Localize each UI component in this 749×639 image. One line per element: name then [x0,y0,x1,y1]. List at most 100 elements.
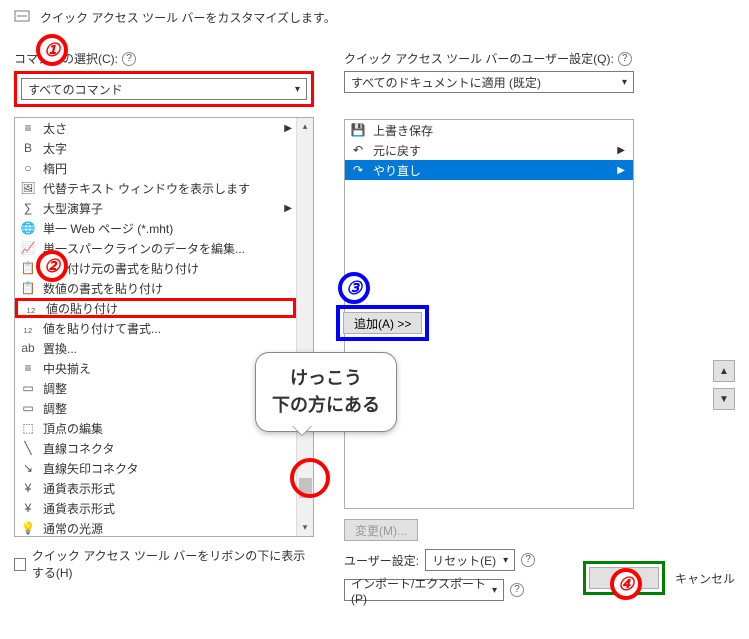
annotation-badge-4: ④ [610,568,642,600]
adjust-icon: ▭ [19,400,37,416]
annotation-callout: けっこう 下の方にある [255,352,397,432]
list-item-label: 上書き保存 [373,122,433,139]
web-icon: 🌐 [19,220,37,236]
list-item-label: 調整 [43,380,67,397]
paste-fmt-icon: 📋 [19,260,37,276]
line-weight-icon: ≡ [19,120,37,136]
add-button[interactable]: 追加(A) >> [343,312,422,334]
list-item[interactable]: ∑ 大型演算子 ▶ [15,198,296,218]
help-icon[interactable]: ? [122,52,136,66]
submenu-indicator: ▶ [284,123,292,134]
show-below-ribbon-label: クイック アクセス ツール バーをリボンの下に表示する(H) [32,547,314,581]
list-item[interactable]: ↘ 直線矢印コネクタ [15,458,296,478]
reset-dropdown[interactable]: リセット(E) ▾ [425,549,515,571]
list-item[interactable]: ↶元に戻す▶ [345,140,633,160]
customize-qat-label: クイック アクセス ツール バーのユーザー設定(Q): [344,50,614,67]
list-item[interactable]: ╲ 直線コネクタ [15,438,296,458]
import-export-value: インポート/エクスポート(P) [351,575,492,606]
list-item-label: 通貨表示形式 [43,500,115,517]
annotation-badge-3: ③ [338,272,370,304]
sigma-icon: ∑ [19,200,37,216]
submenu-indicator: ▶ [617,145,629,156]
list-item[interactable]: ○ 楕円 [15,158,296,178]
list-item-label: 大型演算子 [43,200,103,217]
chevron-down-icon: ▾ [622,77,627,88]
list-item-label: 値の貼り付け [46,300,118,317]
list-item-label: 値を貼り付けて書式... [43,320,161,337]
help-icon[interactable]: ? [618,52,632,66]
import-export-dropdown[interactable]: インポート/エクスポート(P) ▾ [344,579,504,601]
annotation-badge-1: ① [36,34,68,66]
help-icon[interactable]: ? [521,553,535,567]
adjust-icon: ▭ [19,380,37,396]
choose-commands-value: すべてのコマンド [28,81,123,98]
list-item[interactable]: 🖼 代替テキスト ウィンドウを表示します [15,178,296,198]
move-down-button[interactable]: ▼ [713,388,735,410]
show-below-ribbon-checkbox[interactable] [14,558,26,571]
annotation-callout-line1: けっこう [290,368,362,388]
list-item-label: 頂点の編集 [43,420,103,437]
annotation-callout-line2: 下の方にある [272,395,380,415]
list-item[interactable]: ₁₂ 値を貼り付けて書式... [15,318,296,338]
list-item[interactable]: ₁₂ 値の貼り付け [15,298,296,318]
paste-val-icon: ₁₂ [22,300,40,316]
scope-combo[interactable]: すべてのドキュメントに適用 (既定) ▾ [344,71,634,93]
list-item-label: 直線コネクタ [43,440,115,457]
commands-listbox[interactable]: ≡太さ▶B太字 ○ 楕円 🖼 代替テキスト ウィンドウを表示します ∑ 大型演算子 ▶ 🌐 単一 … [14,117,314,537]
paste-num-icon: 📋 [19,280,37,296]
list-item[interactable]: ≡中央揃え [15,358,296,378]
list-item-label: 置換... [43,340,77,357]
arrow-conn-icon: ↘ [19,460,37,476]
replace-icon: ab [19,340,37,356]
list-item-label: 単一スパークラインのデータを編集... [43,240,245,257]
line-conn-icon: ╲ [19,440,37,456]
save-icon: 💾 [349,122,367,138]
alt-text-icon: 🖼 [19,180,37,196]
choose-commands-combo[interactable]: すべてのコマンド ▾ [21,78,307,100]
list-item-label: 通常の光源 [43,520,103,537]
page-title: クイック アクセス ツール バーをカスタマイズします。 [40,9,336,26]
list-item-label: 調整 [43,400,67,417]
list-item-label: 楕円 [43,160,67,177]
list-item-label: 単一 Web ページ (*.mht) [43,220,173,237]
list-item-label: やり直し [373,162,421,179]
annotation-ring [290,458,330,498]
scroll-up-arrow[interactable]: ▴ [297,118,313,135]
list-item[interactable]: ≡太さ▶ [15,118,296,138]
list-item[interactable]: B太字 [15,138,296,158]
list-item[interactable]: 🌐 単一 Web ページ (*.mht) [15,218,296,238]
list-item-label: 中央揃え [43,360,91,377]
list-item[interactable]: ▭ 調整 [15,398,296,418]
list-item-label: 通貨表示形式 [43,480,115,497]
chevron-down-icon: ▾ [295,84,300,95]
scroll-down-arrow[interactable]: ▾ [297,519,313,536]
list-item[interactable]: ⬚ 頂点の編集 [15,418,296,438]
chevron-down-icon: ▾ [492,585,497,596]
spark-icon: 📈 [19,240,37,256]
list-item-label: 太字 [43,140,67,157]
user-settings-label: ユーザー設定: [344,552,419,569]
list-item-label: 代替テキスト ウィンドウを表示します [43,180,250,197]
submenu-indicator: ▶ [284,203,292,214]
list-item-label: 数値の書式を貼り付け [43,280,163,297]
list-item-label: 直線矢印コネクタ [43,460,139,477]
list-item[interactable]: 💡通常の光源 [15,518,296,536]
paste-val2-icon: ₁₂ [19,320,37,336]
list-item[interactable]: ¥通貨表示形式 [15,478,296,498]
list-item[interactable]: 💾 上書き保存 [345,120,633,140]
redo-icon: ↷ [349,162,367,178]
customize-qat-icon [14,8,32,26]
oval-icon: ○ [19,160,37,176]
cancel-button[interactable]: キャンセル [675,570,735,587]
chevron-down-icon: ▾ [503,555,508,566]
annotation-badge-2: ② [36,250,68,282]
undo-icon: ↶ [349,142,367,158]
help-icon[interactable]: ? [510,583,524,597]
list-item[interactable]: ↷やり直し▶ [345,160,633,180]
list-item[interactable]: ¥通貨表示形式 [15,498,296,518]
move-up-button[interactable]: ▲ [713,360,735,382]
vertex-icon: ⬚ [19,420,37,436]
modify-button: 変更(M)... [344,519,418,541]
list-item[interactable]: ab 置換... [15,338,296,358]
list-item[interactable]: ▭ 調整 [15,378,296,398]
